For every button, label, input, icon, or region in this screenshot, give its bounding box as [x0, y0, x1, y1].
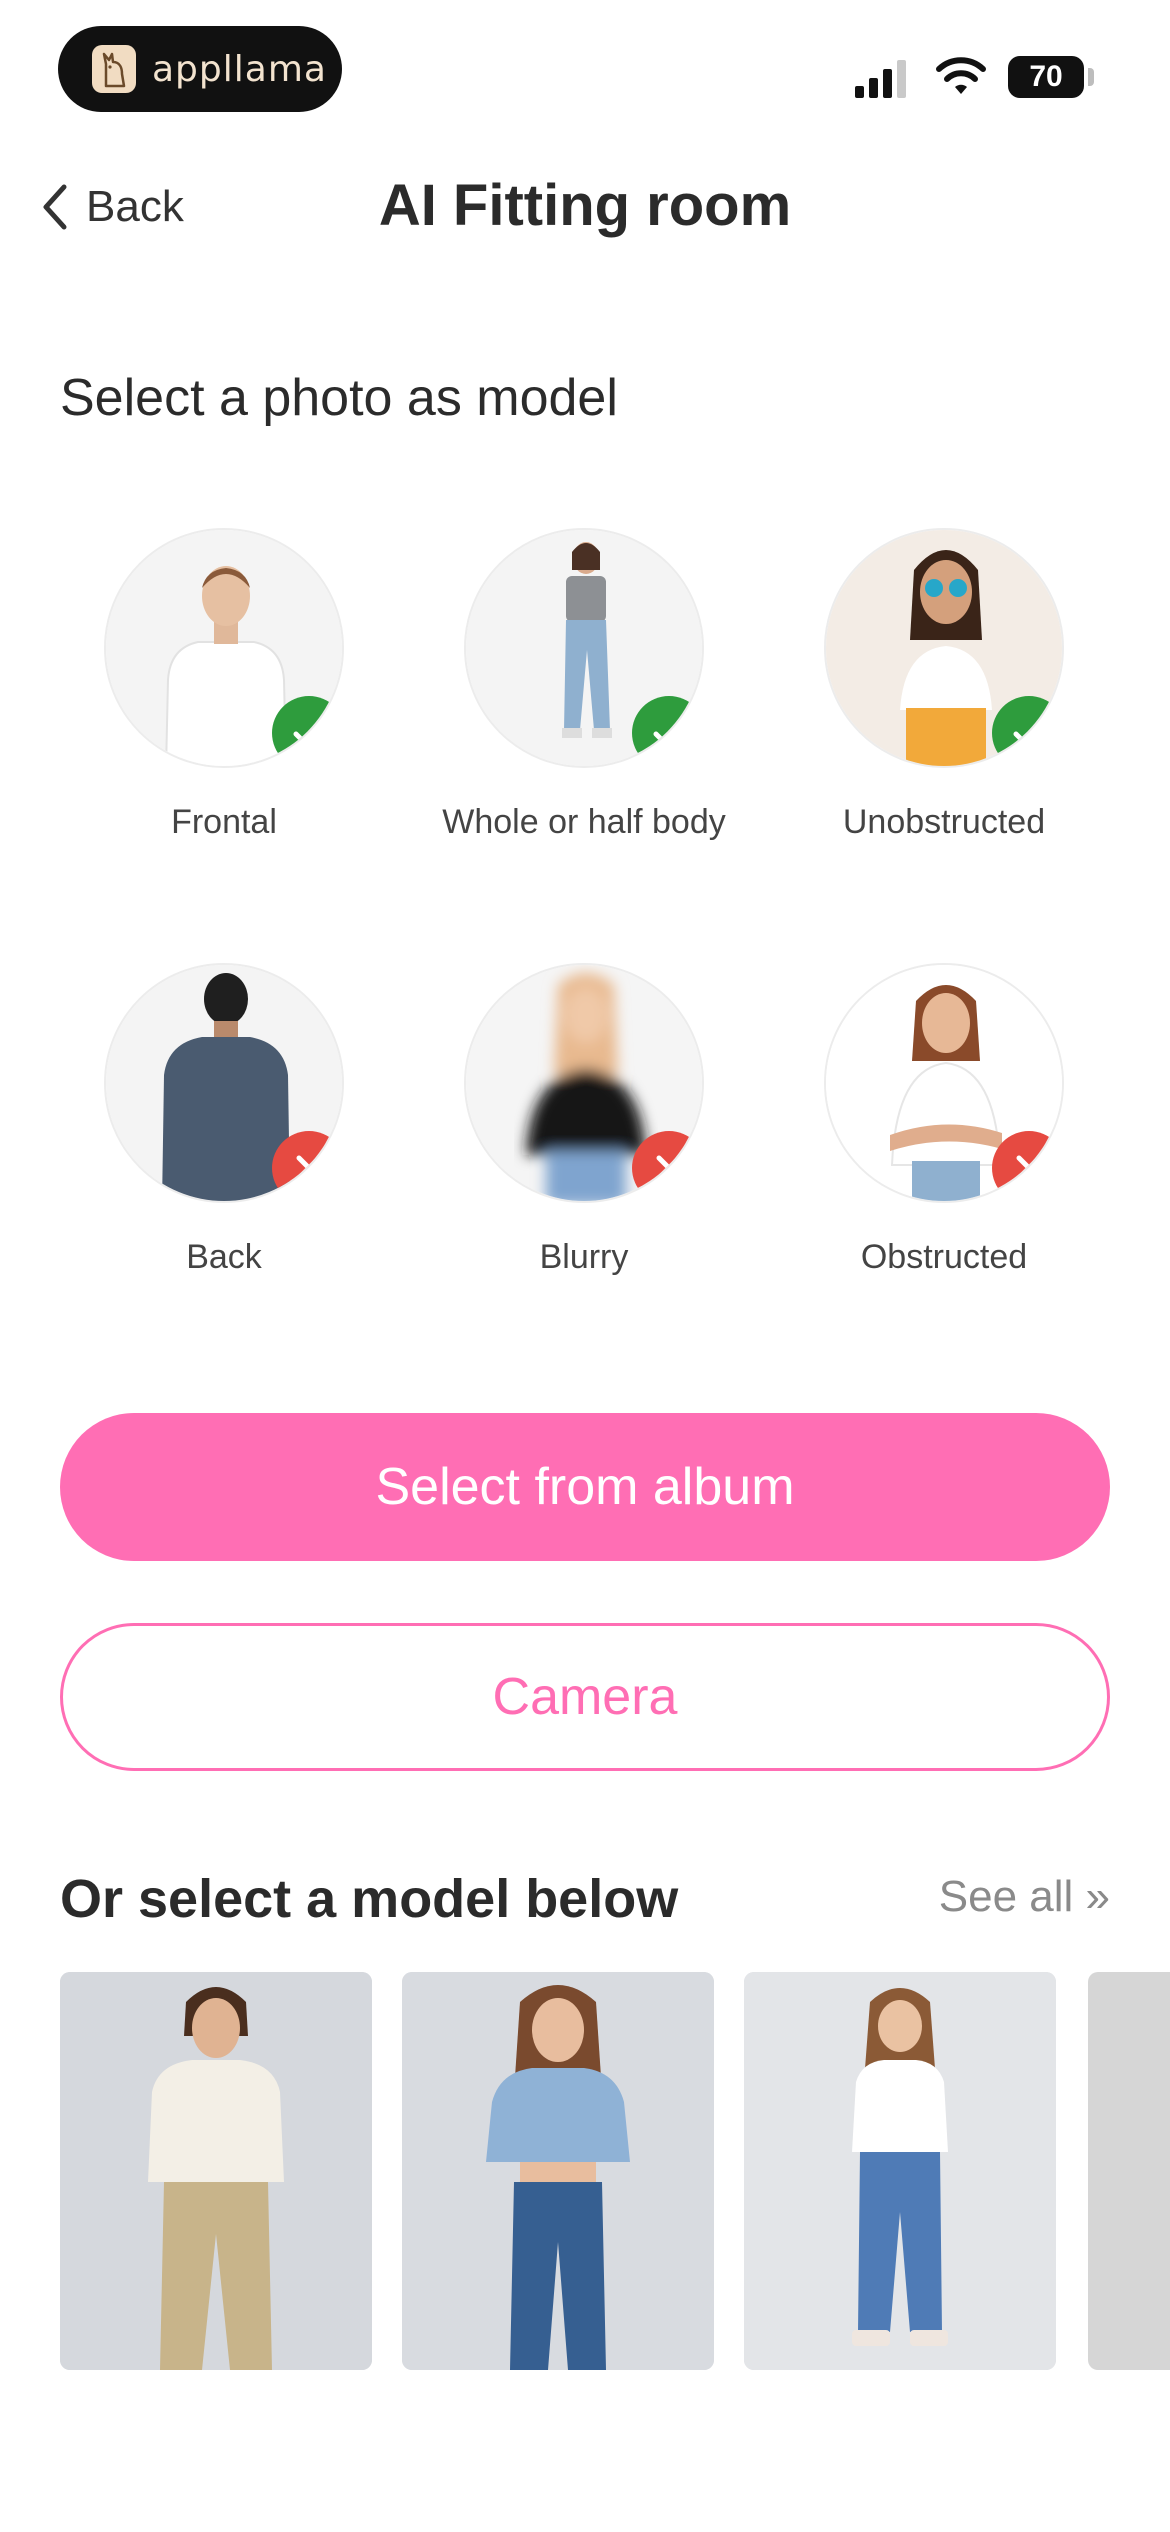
select-from-album-button[interactable]: Select from album: [60, 1413, 1110, 1561]
model-photo: [60, 1972, 372, 2370]
cross-badge-icon: [992, 1131, 1062, 1201]
app-indicator-pill: appllama: [58, 26, 342, 112]
guide-unobstructed: Unobstructed: [764, 528, 1124, 846]
guide-label: Frontal: [171, 803, 277, 841]
guide-photo-back: [104, 963, 344, 1203]
section-title: Select a photo as model: [60, 369, 618, 427]
guide-photo-blurry: [464, 963, 704, 1203]
check-badge-icon: [272, 696, 342, 766]
guide-photo-unobstructed: [824, 528, 1064, 768]
guide-label: Blurry: [539, 1238, 629, 1276]
cross-badge-icon: [632, 1131, 702, 1201]
model-photo: [402, 1972, 714, 2370]
check-badge-icon: [632, 696, 702, 766]
cellular-signal-icon: [855, 60, 906, 98]
guide-frontal: Frontal: [44, 528, 404, 846]
models-section-title: Or select a model below: [60, 1869, 679, 1929]
guide-photo-whole-body: [464, 528, 704, 768]
guide-label: Whole or half body: [442, 803, 726, 841]
wifi-icon: [936, 57, 986, 94]
battery-tip: [1088, 68, 1094, 86]
model-card[interactable]: [1088, 1972, 1170, 2370]
status-bar: appllama 70: [0, 0, 1170, 120]
model-photo: [744, 1972, 1056, 2370]
guide-whole-body: Whole or half body: [404, 528, 764, 846]
model-card[interactable]: [744, 1972, 1056, 2370]
cross-badge-icon: [272, 1131, 342, 1201]
camera-button[interactable]: Camera: [60, 1623, 1110, 1771]
guide-label: Back: [186, 1238, 262, 1276]
see-all-link[interactable]: See all »: [939, 1872, 1110, 1922]
guide-label: Unobstructed: [842, 803, 1046, 841]
page-title: AI Fitting room: [378, 173, 792, 238]
llama-logo-icon: [92, 45, 136, 93]
app-name: appllama: [152, 48, 327, 90]
model-card[interactable]: [402, 1972, 714, 2370]
check-badge-icon: [992, 696, 1062, 766]
guide-obstructed: Obstructed: [764, 963, 1124, 1281]
guide-photo-frontal: [104, 528, 344, 768]
guide-back: Back: [44, 963, 404, 1281]
guide-label: Obstructed: [860, 1238, 1028, 1276]
battery-indicator: 70: [1008, 56, 1084, 98]
guide-photo-obstructed: [824, 963, 1064, 1203]
battery-level: 70: [1029, 60, 1063, 93]
model-card[interactable]: [60, 1972, 372, 2370]
guide-blurry: Blurry: [404, 963, 764, 1281]
